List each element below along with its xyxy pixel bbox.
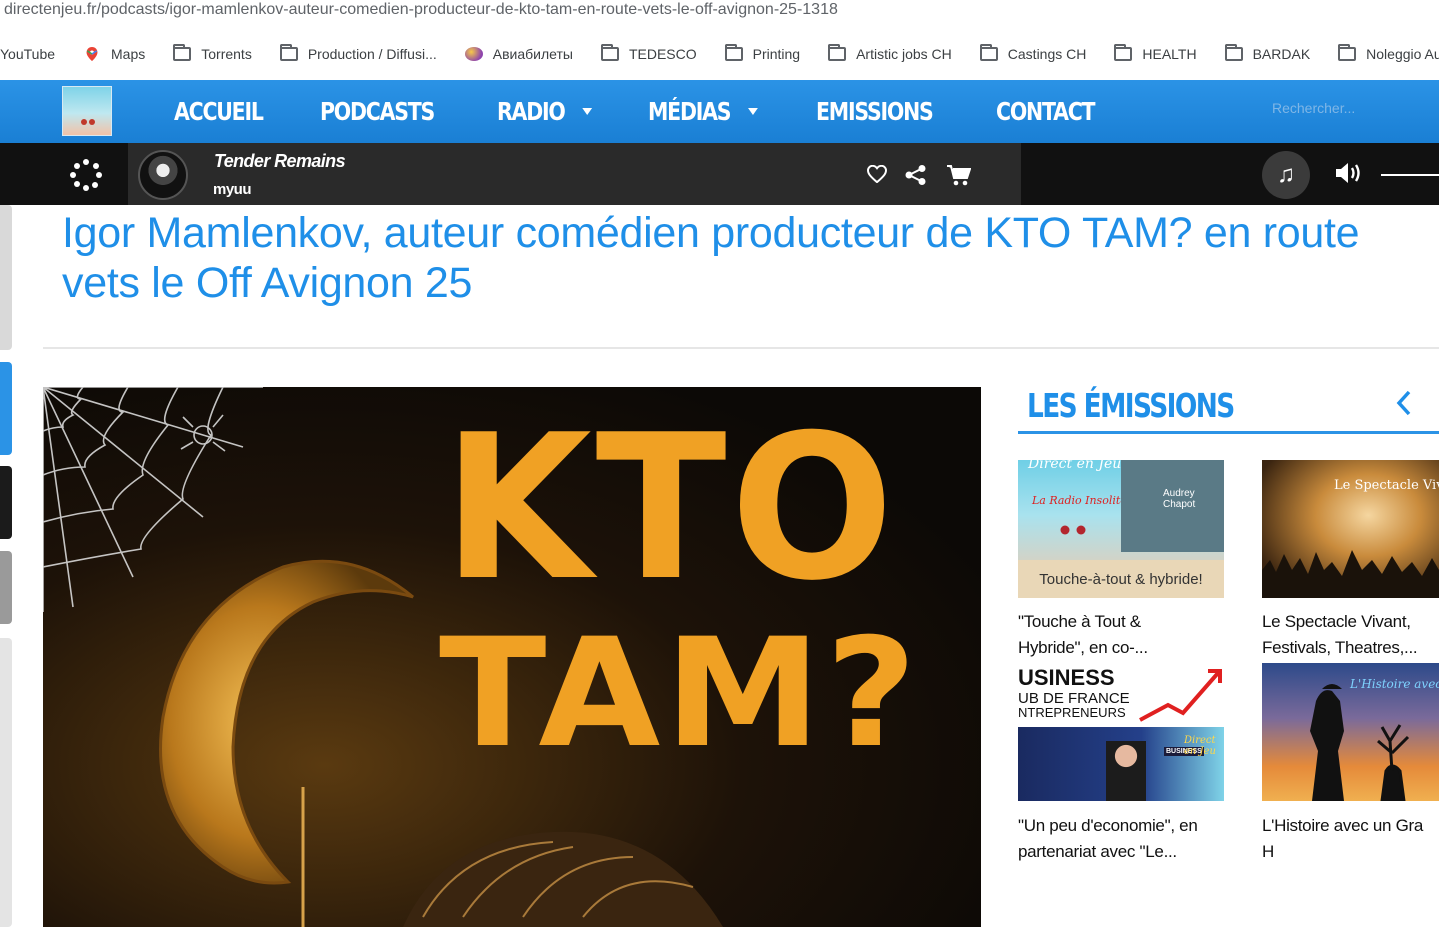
nav-accueil[interactable]: ACCUEIL bbox=[174, 97, 264, 126]
folder-icon bbox=[828, 44, 847, 61]
speaker-photo bbox=[1106, 741, 1146, 801]
bookmark-maps[interactable]: Maps bbox=[83, 46, 145, 62]
page-title: Igor Mamlenkov, auteur comédien producte… bbox=[62, 209, 1360, 307]
card-title-touche[interactable]: "Touche à Tout & Hybride", en co-... bbox=[1018, 609, 1228, 661]
bookmark-label: Artistic jobs CH bbox=[856, 46, 952, 62]
share-icon[interactable] bbox=[905, 165, 927, 185]
sunglasses-icon bbox=[1058, 522, 1088, 535]
bookmark-label: Torrents bbox=[201, 46, 252, 62]
folder-icon bbox=[600, 44, 619, 61]
sidebar-divider bbox=[1018, 431, 1439, 434]
bookmark-youtube[interactable]: YouTube bbox=[0, 46, 55, 62]
side-panel-tab bbox=[0, 205, 12, 350]
chevron-left-icon[interactable] bbox=[1393, 388, 1415, 418]
sunglasses-icon bbox=[81, 119, 95, 125]
search-input[interactable]: Rechercher... bbox=[1272, 100, 1355, 116]
loading-spinner-icon bbox=[70, 159, 102, 191]
volume-slider[interactable] bbox=[1381, 174, 1439, 176]
folder-icon bbox=[979, 44, 998, 61]
bookmark-tedesco[interactable]: TEDESCO bbox=[600, 44, 697, 62]
bookmark-label: HEALTH bbox=[1142, 46, 1197, 62]
track-cover bbox=[138, 150, 188, 200]
main-nav: ACCUEIL PODCASTS RADIO MÉDIAS EMISSIONS … bbox=[0, 80, 1439, 143]
hero-title-line2: TAM? bbox=[439, 607, 921, 781]
heart-icon[interactable] bbox=[867, 165, 887, 183]
bookmark-label: Maps bbox=[111, 46, 146, 62]
nav-contact[interactable]: CONTACT bbox=[996, 97, 1096, 126]
bookmark-label: BARDAK bbox=[1252, 46, 1311, 62]
chevron-down-icon bbox=[748, 108, 758, 115]
nav-podcasts[interactable]: PODCASTS bbox=[320, 97, 435, 126]
card-image-caption: Le Spectacle Vivant bbox=[1334, 478, 1439, 493]
nav-radio[interactable]: RADIO bbox=[497, 97, 593, 126]
folder-icon bbox=[1224, 44, 1243, 61]
bookmark-production[interactable]: Production / Diffusi... bbox=[279, 44, 437, 62]
side-share-tab[interactable] bbox=[0, 466, 12, 539]
bookmark-label: Noleggio Auto bbox=[1366, 46, 1439, 62]
bookmark-label: Авиабилеты bbox=[492, 46, 573, 62]
bookmark-artistic-jobs[interactable]: Artistic jobs CH bbox=[828, 44, 952, 62]
folder-icon bbox=[279, 44, 298, 61]
card-title-spectacle[interactable]: Le Spectacle Vivant, Festivals, Theatres… bbox=[1262, 609, 1439, 661]
card-image-economie[interactable]: USINESS UB DE FRANCE NTREPRENEURS BUSINE… bbox=[1018, 663, 1224, 801]
card-image-caption-3: NTREPRENEURS bbox=[1018, 705, 1126, 720]
side-share-tab[interactable] bbox=[0, 551, 12, 624]
side-panel-tab bbox=[0, 638, 12, 927]
music-note-icon: ♫ bbox=[1277, 161, 1295, 188]
card-image-spectacle[interactable]: Le Spectacle Vivant bbox=[1262, 460, 1439, 598]
site-logo[interactable] bbox=[62, 86, 112, 136]
globe-icon bbox=[464, 47, 483, 61]
card-image-histoire[interactable]: L'Histoire avec un bbox=[1262, 663, 1439, 801]
folder-icon bbox=[1338, 44, 1357, 61]
folder-icon bbox=[1114, 44, 1133, 61]
bookmark-label: Castings CH bbox=[1007, 46, 1087, 62]
card-image-touche[interactable]: Direct en Jeu La Radio Insolite Audrey C… bbox=[1018, 460, 1224, 598]
crowd-silhouette bbox=[1262, 550, 1439, 598]
cart-icon[interactable] bbox=[947, 164, 971, 186]
card-image-brand: Direct en Jeu bbox=[1028, 460, 1122, 472]
nav-menu: ACCUEIL PODCASTS RADIO MÉDIAS EMISSIONS … bbox=[174, 80, 1116, 143]
bookmark-label: Printing bbox=[752, 46, 801, 62]
bookmark-label: Production / Diffusi... bbox=[307, 46, 437, 62]
card-image-caption: Touche-à-tout & hybride! bbox=[1018, 560, 1224, 598]
card-image-sub: La Radio Insolite bbox=[1032, 494, 1127, 507]
bookmark-aviabilety[interactable]: Авиабилеты bbox=[464, 46, 573, 62]
rising-chart-icon bbox=[1139, 669, 1222, 722]
folder-icon bbox=[173, 44, 192, 61]
hero-image: KTO TAM? bbox=[43, 387, 981, 927]
side-share-tab[interactable] bbox=[0, 362, 12, 455]
soldier-silhouette bbox=[1310, 684, 1410, 801]
card-image-name: Audrey Chapot bbox=[1163, 488, 1196, 510]
hair-silhouette bbox=[403, 831, 723, 927]
address-bar[interactable]: directenjeu.fr/podcasts/igor-mamlenkov-a… bbox=[0, 0, 1439, 26]
chevron-down-icon bbox=[582, 108, 593, 115]
track-artist: myuu bbox=[213, 181, 252, 198]
bookmark-bardak[interactable]: BARDAK bbox=[1224, 44, 1311, 62]
sidebar-title: LES ÉMISSIONS bbox=[1027, 386, 1235, 425]
bookmarks-bar: YouTube Maps Torrents Production / Diffu… bbox=[0, 36, 1439, 72]
bookmark-noleggio[interactable]: Noleggio Auto bbox=[1338, 44, 1439, 62]
card-image-caption: USINESS bbox=[1018, 665, 1115, 690]
nav-emissions[interactable]: EMISSIONS bbox=[816, 97, 934, 126]
hero-title-line1: KTO bbox=[443, 392, 898, 625]
card-title-economie[interactable]: "Un peu d'economie", en partenariat avec… bbox=[1018, 813, 1228, 865]
card-title-histoire[interactable]: L'Histoire avec un Gra H bbox=[1262, 813, 1439, 865]
bookmark-label: TEDESCO bbox=[628, 46, 697, 62]
volume-icon[interactable] bbox=[1334, 160, 1364, 186]
map-pin-icon bbox=[86, 47, 98, 61]
bookmark-printing[interactable]: Printing bbox=[724, 44, 801, 62]
nav-medias[interactable]: MÉDIAS bbox=[648, 97, 758, 126]
bookmark-health[interactable]: HEALTH bbox=[1114, 44, 1197, 62]
music-note-button[interactable]: ♫ bbox=[1262, 151, 1310, 199]
track-title: Tender Remains bbox=[214, 151, 346, 171]
radio-player: Tender Remains myuu ♫ bbox=[0, 143, 1439, 205]
folder-icon bbox=[724, 44, 743, 61]
bookmark-torrents[interactable]: Torrents bbox=[173, 44, 252, 62]
divider bbox=[43, 347, 1439, 349]
card-image-caption-2: UB DE FRANCE bbox=[1018, 690, 1130, 707]
bookmark-castings[interactable]: Castings CH bbox=[979, 44, 1087, 62]
bookmark-label: YouTube bbox=[0, 46, 56, 62]
card-image-brand: Direct en Jeu bbox=[1184, 735, 1216, 757]
